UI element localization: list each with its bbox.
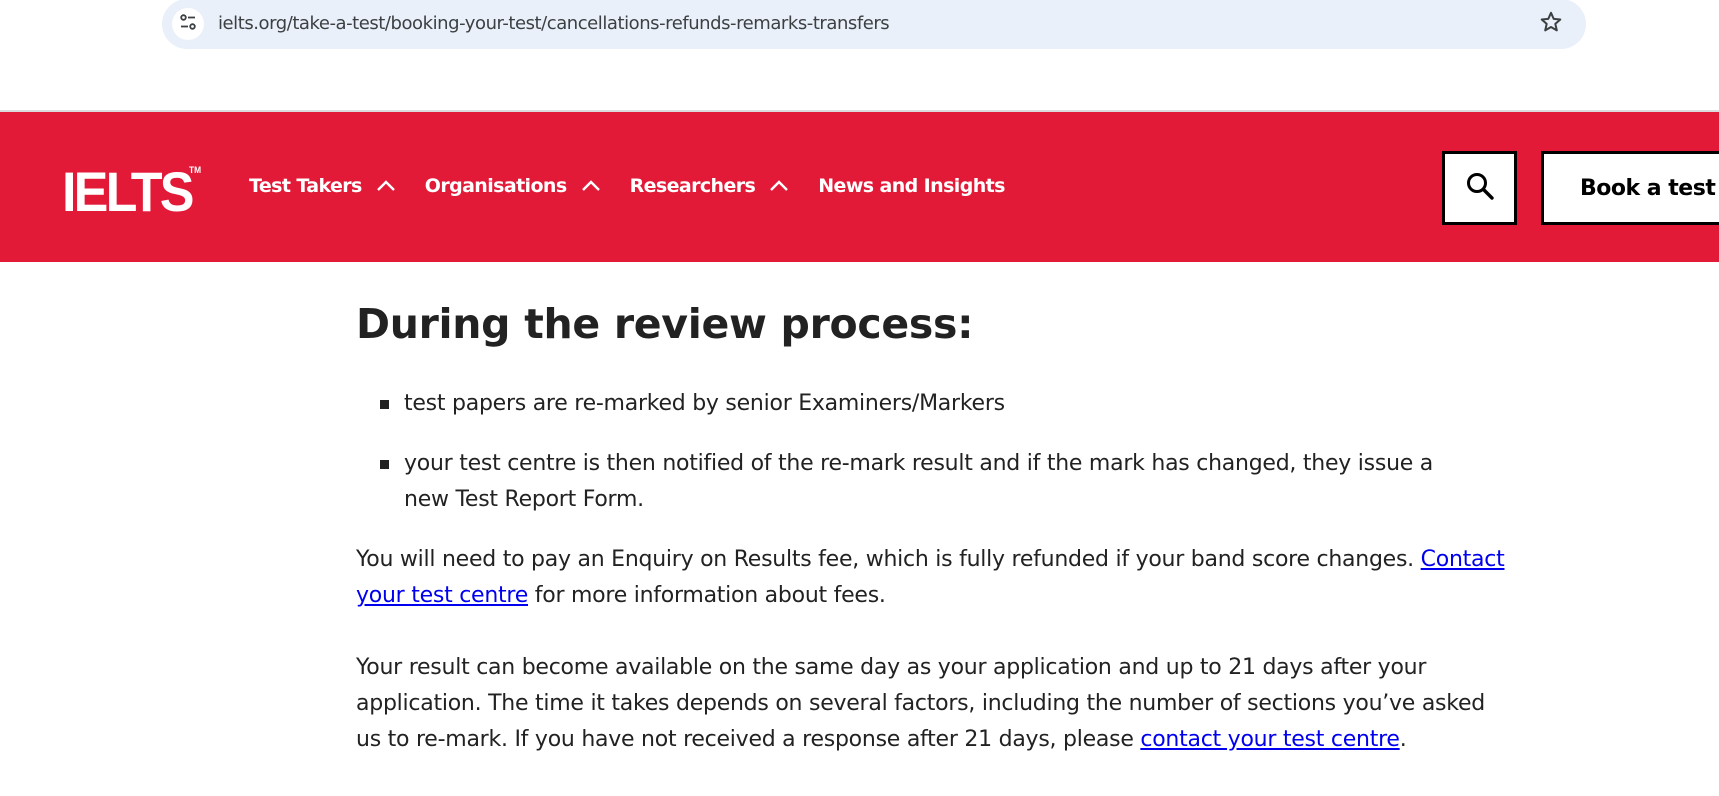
paragraph-text: for more information about fees.: [528, 583, 886, 608]
ielts-logo[interactable]: IELTS TM: [62, 164, 201, 220]
fee-paragraph: You will need to pay an Enquiry on Resul…: [356, 542, 1516, 614]
url-text[interactable]: ielts.org/take-a-test/booking-your-test/…: [218, 13, 890, 34]
review-process-list: test papers are re-marked by senior Exam…: [380, 386, 1480, 518]
bookmark-button[interactable]: [1538, 11, 1564, 37]
logo-text: IELTS: [62, 160, 195, 223]
chevron-up-icon: [376, 180, 396, 192]
nav-label: News and Insights: [818, 175, 1005, 197]
list-item: test papers are re-marked by senior Exam…: [380, 386, 1480, 422]
nav-label: Organisations: [424, 175, 567, 197]
nav-label: Test Takers: [249, 175, 362, 197]
search-icon: [1464, 170, 1496, 207]
nav-item-news-and-insights[interactable]: News and Insights: [818, 175, 1005, 197]
nav-item-test-takers[interactable]: Test Takers: [249, 175, 396, 197]
section-heading: During the review process:: [356, 300, 974, 348]
site-header: IELTS TM Test Takers Organisations Resea…: [0, 112, 1719, 262]
chevron-up-icon: [581, 180, 601, 192]
nav-item-organisations[interactable]: Organisations: [425, 175, 601, 197]
star-outline-icon: [1539, 10, 1563, 39]
paragraph-text: .: [1399, 727, 1407, 752]
list-item: your test centre is then notified of the…: [380, 446, 1480, 518]
paragraph-text: You will need to pay an Enquiry on Resul…: [356, 547, 1421, 572]
book-a-test-button[interactable]: Book a test: [1541, 151, 1719, 225]
site-info-button[interactable]: [172, 8, 204, 40]
address-bar[interactable]: ielts.org/take-a-test/booking-your-test/…: [162, 0, 1586, 49]
result-timing-paragraph: Your result can become available on the …: [356, 650, 1516, 758]
trademark: TM: [188, 165, 202, 175]
nav-item-researchers[interactable]: Researchers: [630, 175, 790, 197]
contact-test-centre-link[interactable]: contact your test centre: [1140, 727, 1400, 752]
main-nav: Test Takers Organisations Researchers Ne…: [249, 175, 1034, 197]
nav-label: Researchers: [629, 175, 756, 197]
chevron-up-icon: [769, 180, 789, 192]
tune-icon: [179, 13, 197, 36]
search-button[interactable]: [1442, 151, 1517, 225]
